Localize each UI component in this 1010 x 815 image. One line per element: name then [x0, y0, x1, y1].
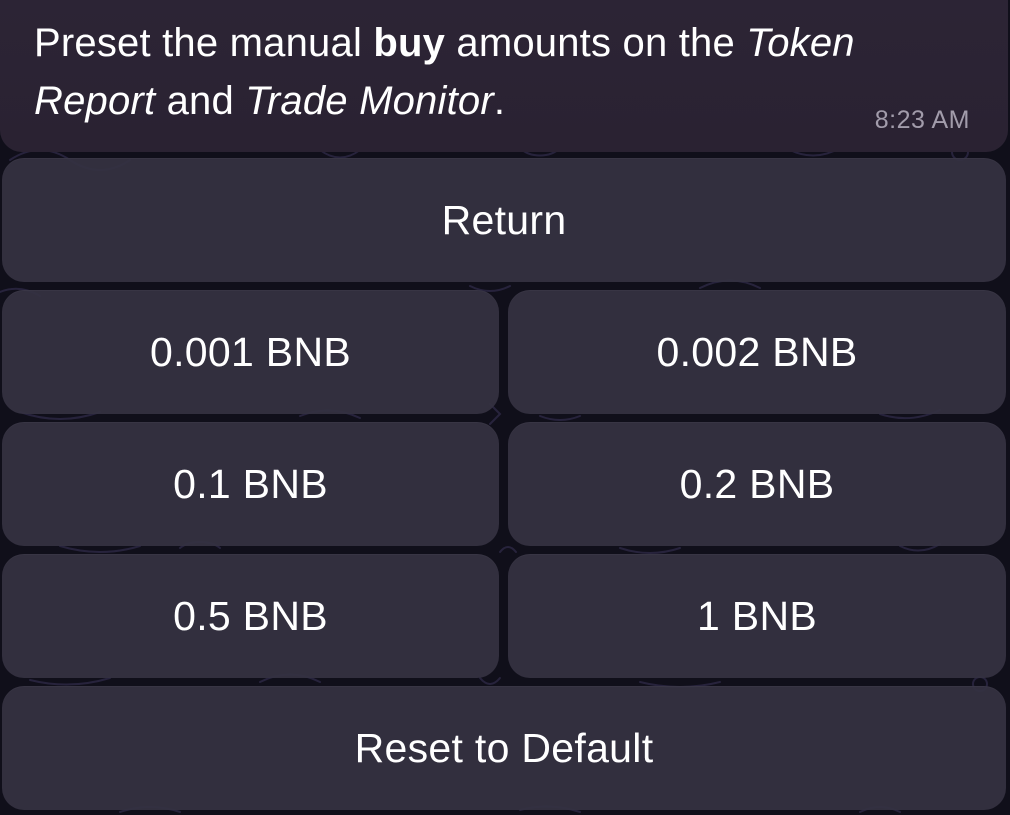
message-text-italic-trade-monitor: Trade Monitor [245, 79, 494, 123]
amount-button-0-5-bnb[interactable]: 0.5 BNB [2, 554, 499, 678]
message-text-segment: amounts on the [445, 21, 747, 65]
amount-button-0-001-bnb[interactable]: 0.001 BNB [2, 290, 499, 414]
message-text-segment: Preset the manual [34, 21, 374, 65]
message-text: Preset the manual buy amounts on the Tok… [34, 14, 984, 130]
reset-to-default-button[interactable]: Reset to Default [2, 686, 1006, 810]
message-text-segment: . [493, 79, 506, 123]
amount-button-label: 0.5 BNB [173, 592, 328, 639]
amount-button-0-002-bnb[interactable]: 0.002 BNB [508, 290, 1006, 414]
message-text-bold-buy: buy [373, 21, 446, 65]
amount-button-label: 0.2 BNB [679, 460, 835, 507]
return-button-label: Return [441, 196, 567, 243]
amount-button-label: 0.002 BNB [656, 328, 858, 375]
amount-button-1-bnb[interactable]: 1 BNB [508, 554, 1006, 678]
reset-to-default-button-label: Reset to Default [354, 724, 654, 771]
amount-button-label: 1 BNB [697, 592, 817, 639]
amount-button-label: 0.1 BNB [173, 460, 328, 507]
message-bubble: Preset the manual buy amounts on the Tok… [0, 0, 1008, 152]
amount-button-0-1-bnb[interactable]: 0.1 BNB [2, 422, 499, 546]
message-timestamp: 8:23 AM [874, 106, 970, 134]
amount-button-0-2-bnb[interactable]: 0.2 BNB [508, 422, 1006, 546]
amount-button-label: 0.001 BNB [150, 328, 351, 375]
message-text-segment: and [155, 79, 246, 123]
return-button[interactable]: Return [2, 158, 1006, 282]
